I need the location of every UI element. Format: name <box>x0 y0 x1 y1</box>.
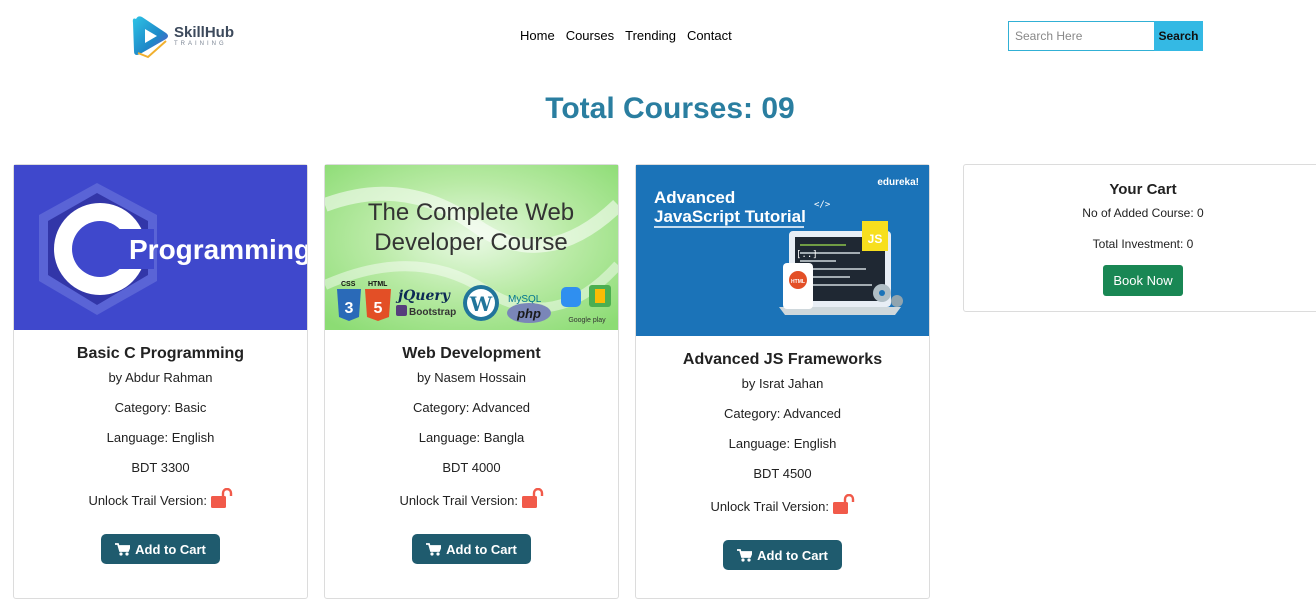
add-to-cart-label: Add to Cart <box>446 541 517 557</box>
add-to-cart-button[interactable]: Add to Cart <box>101 534 220 564</box>
googleplay-logo-text: Google play <box>568 317 606 324</box>
unlock-icon[interactable] <box>832 494 855 514</box>
course-language: Language: English <box>728 436 837 451</box>
logo-subtitle: TRAINING <box>174 41 227 47</box>
html-logo-num: 5 <box>374 300 383 317</box>
top-navbar: SkillHub TRAINING Home Courses Trending … <box>0 0 1316 72</box>
add-to-cart-button[interactable]: Add to Cart <box>412 534 531 564</box>
search-input[interactable] <box>1008 21 1154 51</box>
c-programming-thumbnail: C Programming <box>39 183 307 315</box>
cart-total-investment: Total Investment: 0 <box>1092 237 1194 251</box>
gear-icon <box>891 295 903 307</box>
html-logo-text: HTML <box>368 281 388 288</box>
course-language: Language: English <box>106 430 215 445</box>
cart-title: Your Cart <box>1109 181 1177 198</box>
thumb-brand: edureka! <box>877 177 919 188</box>
brand-logo[interactable]: SkillHub TRAINING <box>130 13 240 59</box>
logo-name: SkillHub <box>174 24 235 41</box>
thumb-title: Programming <box>129 234 307 265</box>
thumb-line2: Developer Course <box>374 229 567 256</box>
wordpress-letter: W <box>469 292 493 316</box>
course-title: Advanced JS Frameworks <box>682 351 883 368</box>
bootstrap-icon <box>396 305 407 316</box>
add-to-cart-label: Add to Cart <box>757 547 828 563</box>
cart-added-count: No of Added Course: 0 <box>1082 206 1204 220</box>
course-price: BDT 4000 <box>442 460 501 475</box>
course-category: Category: Basic <box>114 400 207 415</box>
thumb-line1: The Complete Web <box>368 199 574 226</box>
jquery-logo-text: jQuery <box>395 288 451 304</box>
search-button[interactable]: Search <box>1154 21 1203 51</box>
course-category: Category: Advanced <box>723 406 842 421</box>
thumb-html: HTML <box>791 279 805 285</box>
course-thumbnail: The Complete Web Developer Course CSS 3 … <box>325 165 618 330</box>
appstore-icon <box>561 287 581 307</box>
course-card: C Programming Basic C Programming by Abd… <box>13 164 308 599</box>
thumb-line2: JavaScript Tutorial <box>654 207 806 226</box>
course-title: Basic C Programming <box>76 345 245 362</box>
course-thumbnail: C Programming <box>14 165 307 330</box>
cart-panel: Your Cart No of Added Course: 0 Total In… <box>963 164 1316 312</box>
unlock-label: Unlock Trail Version: <box>710 499 829 514</box>
unlock-icon[interactable] <box>210 488 233 508</box>
thumb-tag: </> <box>814 200 831 210</box>
thumb-js: JS <box>868 232 883 246</box>
php-logo-text: php <box>516 306 541 321</box>
course-author: by Israt Jahan <box>741 376 824 391</box>
course-language: Language: Bangla <box>418 430 525 445</box>
unlock-label: Unlock Trail Version: <box>399 493 518 508</box>
add-to-cart-label: Add to Cart <box>135 541 206 557</box>
course-card: edureka! Advanced JavaScript Tutorial JS… <box>635 164 930 599</box>
course-author: by Abdur Rahman <box>108 370 213 385</box>
course-category: Category: Advanced <box>412 400 531 415</box>
course-author: by Nasem Hossain <box>416 370 527 385</box>
nav-courses-link[interactable]: Courses <box>566 28 614 43</box>
book-now-button[interactable]: Book Now <box>1103 265 1183 296</box>
play-logo-icon <box>132 16 168 59</box>
css-logo-text: CSS <box>341 281 356 288</box>
thumb-bracket: [..] <box>796 250 818 260</box>
javascript-thumbnail: edureka! Advanced JavaScript Tutorial JS… <box>636 165 929 336</box>
course-price: BDT 3300 <box>131 460 190 475</box>
css-logo-num: 3 <box>345 300 354 317</box>
nav-trending-link[interactable]: Trending <box>625 28 676 43</box>
web-development-thumbnail: The Complete Web Developer Course CSS 3 … <box>325 165 618 330</box>
unlock-icon[interactable] <box>521 488 544 508</box>
course-title: Web Development <box>402 345 541 362</box>
add-to-cart-button[interactable]: Add to Cart <box>723 540 842 570</box>
cart-icon <box>115 542 131 556</box>
search-form: Search <box>1008 21 1203 51</box>
cart-icon <box>426 542 442 556</box>
unlock-label: Unlock Trail Version: <box>88 493 207 508</box>
nav-home-link[interactable]: Home <box>520 28 555 43</box>
thumb-line1: Advanced <box>654 188 735 207</box>
main-nav: Home Courses Trending Contact <box>520 28 732 43</box>
nav-contact-link[interactable]: Contact <box>687 28 732 43</box>
cart-icon <box>737 548 753 562</box>
course-price: BDT 4500 <box>753 466 812 481</box>
page-title: Total Courses: 09 <box>545 92 795 125</box>
course-thumbnail: edureka! Advanced JavaScript Tutorial JS… <box>636 165 929 336</box>
bootstrap-logo-text: Bootstrap <box>409 307 456 318</box>
course-card: The Complete Web Developer Course CSS 3 … <box>324 164 619 599</box>
